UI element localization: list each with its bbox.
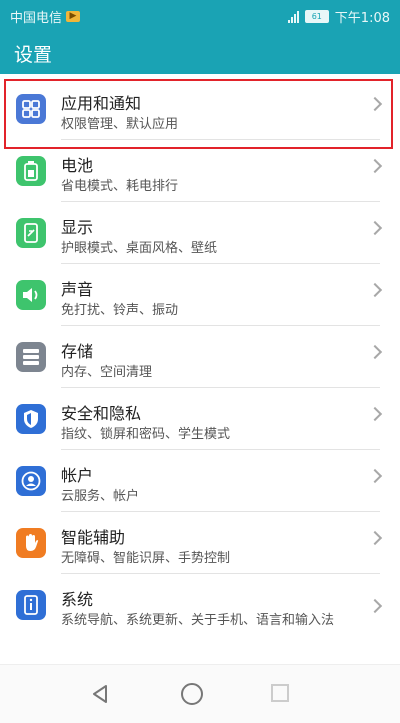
status-bar: 中国电信 ▶ 61 下午1:08 — [0, 0, 400, 32]
battery-icon — [16, 156, 46, 186]
settings-item-storage[interactable]: 存储 内存、空间清理 — [0, 326, 400, 388]
settings-item-system[interactable]: 系统 系统导航、系统更新、关于手机、语言和输入法 — [0, 574, 400, 650]
system-icon — [16, 590, 46, 620]
settings-item-sound[interactable]: 声音 免打扰、铃声、振动 — [0, 264, 400, 326]
settings-item-subtitle: 护眼模式、桌面风格、壁纸 — [61, 241, 218, 256]
hand-icon — [16, 528, 46, 558]
chevron-right-icon — [367, 282, 383, 298]
page-title: 设置 — [14, 44, 53, 66]
display-icon — [16, 218, 46, 248]
settings-item-label: 电池 — [61, 156, 94, 175]
settings-item-display[interactable]: 显示 护眼模式、桌面风格、壁纸 — [0, 202, 400, 264]
chevron-right-icon — [367, 406, 383, 422]
status-bar-right: 61 下午1:08 — [287, 7, 390, 26]
settings-item-label: 安全和隐私 — [61, 404, 142, 423]
apps-icon — [16, 94, 46, 124]
settings-item-subtitle: 云服务、帐户 — [61, 489, 140, 504]
battery-level: 61 — [304, 10, 329, 23]
signal-icon — [287, 10, 299, 23]
clock: 下午1:08 — [334, 11, 390, 26]
settings-list: 应用和通知 权限管理、默认应用 电池 省电模式、耗电排行 显示 护眼模式、桌面风… — [0, 78, 400, 650]
chevron-right-icon — [367, 530, 383, 546]
settings-item-subtitle: 内存、空间清理 — [61, 365, 153, 380]
settings-item-battery[interactable]: 电池 省电模式、耗电排行 — [0, 140, 400, 202]
carrier-name: 中国电信 — [10, 11, 63, 26]
settings-item-label: 显示 — [61, 218, 94, 237]
settings-item-label: 应用和通知 — [61, 94, 142, 113]
chevron-right-icon — [367, 344, 383, 360]
status-bar-left: 中国电信 ▶ — [10, 7, 81, 26]
settings-item-subtitle: 省电模式、耗电排行 — [61, 179, 179, 194]
storage-icon — [16, 342, 46, 372]
settings-item-subtitle: 指纹、锁屏和密码、学生模式 — [61, 427, 231, 442]
settings-item-label: 存储 — [61, 342, 94, 361]
chevron-right-icon — [367, 220, 383, 236]
chevron-right-icon — [367, 598, 383, 614]
settings-item-label: 智能辅助 — [61, 528, 126, 547]
settings-item-subtitle: 免打扰、铃声、振动 — [61, 303, 179, 318]
settings-item-subtitle: 权限管理、默认应用 — [61, 117, 179, 132]
home-icon[interactable] — [181, 683, 203, 705]
chevron-right-icon — [367, 468, 383, 484]
carrier-badge-icon: ▶ — [66, 11, 81, 22]
recents-icon[interactable] — [271, 684, 289, 702]
settings-item-apps[interactable]: 应用和通知 权限管理、默认应用 — [0, 78, 400, 140]
settings-item-label: 声音 — [61, 280, 94, 299]
chevron-right-icon — [367, 158, 383, 174]
settings-item-subtitle: 系统导航、系统更新、关于手机、语言和输入法 — [61, 613, 335, 628]
settings-item-account[interactable]: 帐户 云服务、帐户 — [0, 450, 400, 512]
settings-item-label: 系统 — [61, 590, 94, 609]
chevron-right-icon — [367, 96, 383, 112]
settings-item-label: 帐户 — [61, 466, 94, 485]
shield-icon — [16, 404, 46, 434]
sound-icon — [16, 280, 46, 310]
title-bar: 设置 — [0, 32, 400, 74]
account-icon — [16, 466, 46, 496]
navigation-bar — [0, 664, 400, 723]
settings-item-security[interactable]: 安全和隐私 指纹、锁屏和密码、学生模式 — [0, 388, 400, 450]
settings-item-subtitle: 无障碍、智能识屏、手势控制 — [61, 551, 231, 566]
settings-item-assist[interactable]: 智能辅助 无障碍、智能识屏、手势控制 — [0, 512, 400, 574]
back-icon[interactable] — [92, 685, 108, 707]
